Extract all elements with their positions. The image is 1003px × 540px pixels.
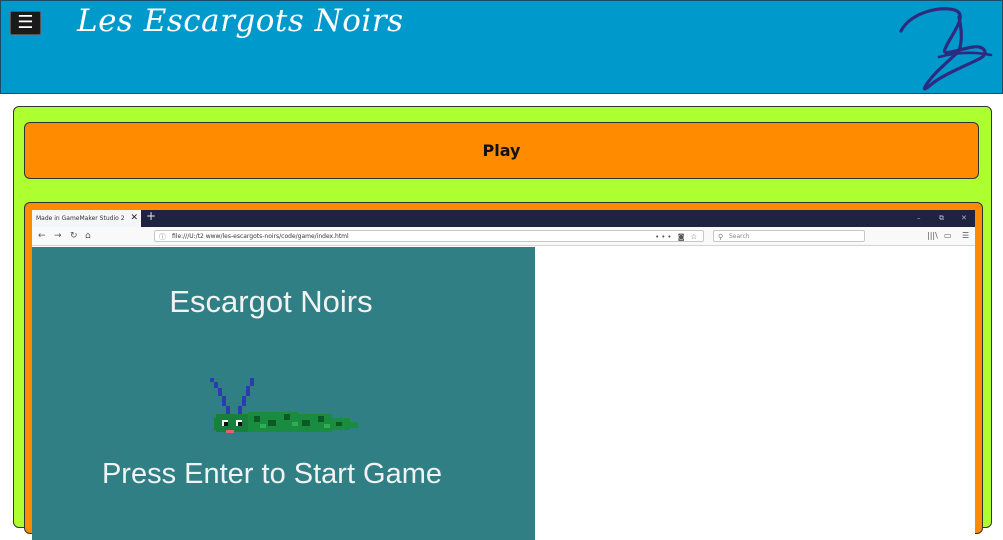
search-icon: ⚲ xyxy=(718,233,724,241)
site-title: Les Escargots Noirs xyxy=(77,3,404,39)
url-bar[interactable]: ⓘ file:///U:/t2 www/les-escargots-noirs/… xyxy=(154,230,704,242)
forward-arrow-icon[interactable]: → xyxy=(54,230,62,242)
browser-tab[interactable]: Made in GameMaker Studio 2 ✕ xyxy=(32,210,141,227)
browser-tab-title: Made in GameMaker Studio 2 xyxy=(36,215,125,222)
library-icon[interactable]: |||\ xyxy=(927,230,938,242)
window-close-icon[interactable]: ✕ xyxy=(961,210,967,227)
home-icon[interactable]: ⌂ xyxy=(85,230,91,242)
browser-menu-icon[interactable]: ☰ xyxy=(962,230,969,242)
new-tab-icon[interactable]: + xyxy=(146,210,156,223)
restore-icon[interactable]: ⧉ xyxy=(939,210,944,227)
url-action-icons[interactable]: ••• ◙ ☆ xyxy=(655,231,699,243)
search-placeholder: Search xyxy=(729,233,750,240)
game-canvas[interactable]: Escargot Noirs Press Enter to Start Game xyxy=(32,247,535,540)
main-panel: Play Made in GameMaker Studio 2 ✕ + – ⧉ … xyxy=(13,106,992,540)
game-frame: Made in GameMaker Studio 2 ✕ + – ⧉ ✕ ← →… xyxy=(24,202,983,540)
minimize-icon[interactable]: – xyxy=(917,210,921,227)
snail-sprite xyxy=(210,378,358,433)
start-prompt: Press Enter to Start Game xyxy=(101,458,443,490)
tab-close-icon[interactable]: ✕ xyxy=(130,210,138,227)
play-button[interactable]: Play xyxy=(24,122,979,179)
game-title: Escargot Noirs xyxy=(169,284,373,319)
game-screenshot: Made in GameMaker Studio 2 ✕ + – ⧉ ✕ ← →… xyxy=(32,210,975,540)
site-header: ☰ Les Escargots Noirs xyxy=(0,0,1003,94)
hamburger-menu-button[interactable]: ☰ xyxy=(10,11,41,35)
browser-tab-bar: Made in GameMaker Studio 2 ✕ + – ⧉ ✕ xyxy=(32,210,975,227)
handwritten-logo xyxy=(899,7,993,91)
sidebar-icon[interactable]: ▭ xyxy=(944,230,952,242)
reload-icon[interactable]: ↻ xyxy=(70,230,78,242)
url-text: file:///U:/t2 www/les-escargots-noirs/co… xyxy=(172,233,349,240)
browser-nav-bar: ← → ↻ ⌂ ⓘ file:///U:/t2 www/les-escargot… xyxy=(32,227,975,246)
back-arrow-icon[interactable]: ← xyxy=(38,230,46,242)
info-icon[interactable]: ⓘ xyxy=(159,231,166,243)
search-input[interactable]: ⚲ Search xyxy=(713,230,865,242)
